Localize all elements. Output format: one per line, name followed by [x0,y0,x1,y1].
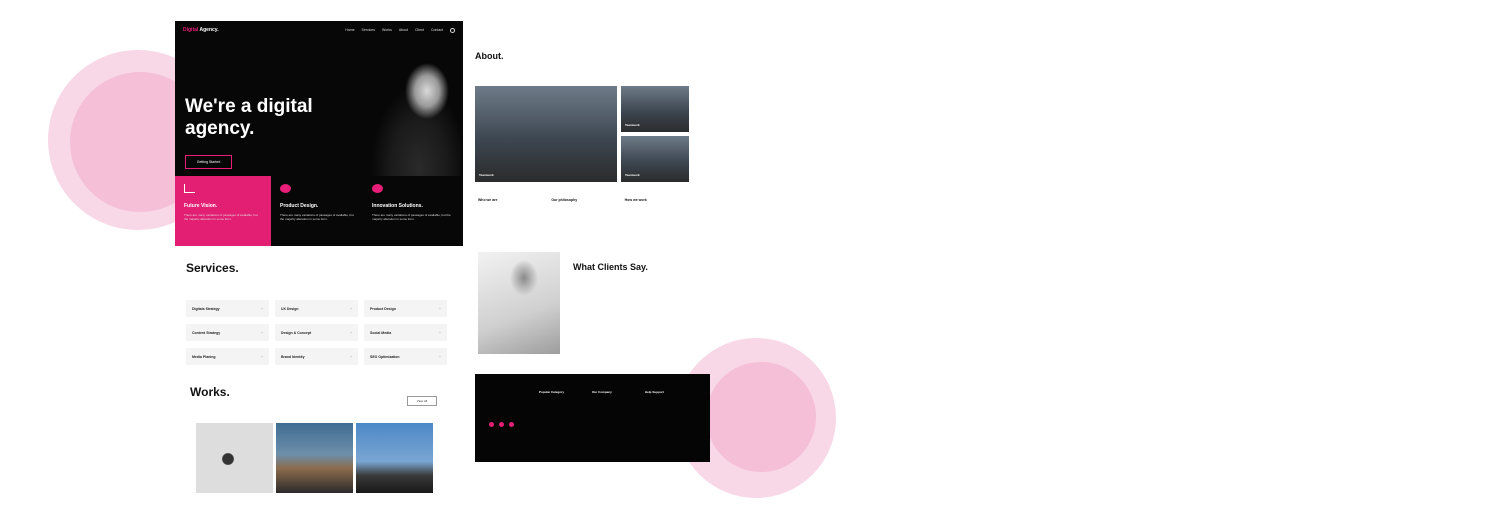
service-item[interactable]: Digitals Strategy + [186,300,269,317]
social-links [489,422,514,427]
feature-text: There are many variations of passages of… [280,213,354,221]
service-item[interactable]: UX Design + [275,300,358,317]
twitter-icon[interactable] [499,422,504,427]
nav-link-home[interactable]: Home [345,28,354,32]
services-title: Services. [186,261,239,275]
clients-title: What Clients Say. [573,262,648,272]
nav-link-client[interactable]: Client [415,28,424,32]
about-column: Our philosophy [551,198,578,202]
plus-icon: + [349,306,352,311]
feature-text: There are many variations of passages of… [184,213,258,221]
feature-card-innovation: Innovation Solutions. There are many var… [363,176,463,246]
service-item[interactable]: Brand Identity + [275,348,358,365]
footer: Popular Category Our Company Help Suppor… [475,374,710,462]
plus-icon: + [438,306,441,311]
feature-text: There are many variations of passages of… [372,213,451,221]
brand-logo[interactable]: Digital Agency. [183,27,219,33]
clients-section: What Clients Say. [478,252,708,356]
nav-link-contact[interactable]: Contact [431,28,443,32]
view-all-button[interactable]: View All [407,396,437,406]
footer-column: Popular Category [539,390,565,394]
feature-card-product-design: Product Design. There are many variation… [271,176,367,246]
chart-icon [184,184,195,193]
about-photo: Teamwork [475,86,617,182]
getting-started-button[interactable]: Getting Started [185,155,232,169]
work-image[interactable] [196,423,273,493]
feature-card-future-vision: Future Vision. There are many variations… [175,176,271,246]
footer-column: Our Company [592,390,612,394]
services-section: Services. Digitals Strategy + UX Design + … [175,252,463,372]
client-photo [478,252,560,354]
plus-icon: + [260,354,263,359]
instagram-icon[interactable] [509,422,514,427]
nav-link-services[interactable]: Services [362,28,375,32]
about-columns: Who we are Our philosophy How we work [478,198,690,232]
service-item[interactable]: Social Media + [364,324,447,341]
about-column: How we work [624,198,647,202]
globe-icon [372,184,383,193]
facebook-icon[interactable] [489,422,494,427]
about-section: About. Teamwork Teamwork Teamwork [475,48,710,183]
nav-links: Home Services Works About Client Contact [345,27,455,33]
plus-icon: + [438,330,441,335]
feature-title: Product Design. [280,203,319,209]
service-item[interactable]: SEO Optimization + [364,348,447,365]
hero-title: We're a digital agency. [185,96,313,139]
work-image[interactable] [276,423,353,493]
plus-icon: + [260,306,263,311]
rocket-icon [280,184,291,193]
about-text [567,56,692,64]
feature-title: Innovation Solutions. [372,203,423,209]
footer-column: Help Support [645,390,664,394]
about-photo: Teamwork [621,86,689,132]
plus-icon: + [260,330,263,335]
service-item[interactable]: Product Design + [364,300,447,317]
service-item[interactable]: Design & Concept + [275,324,358,341]
plus-icon: + [438,354,441,359]
plus-icon: + [349,354,352,359]
about-photo: Teamwork [621,136,689,182]
work-image[interactable] [356,423,433,493]
service-item[interactable]: Content Strategy + [186,324,269,341]
plus-icon: + [349,330,352,335]
nav-link-about[interactable]: About [399,28,408,32]
service-item[interactable]: Media Planing + [186,348,269,365]
search-icon[interactable] [450,27,455,33]
services-grid: Digitals Strategy + UX Design + Product De… [186,300,447,365]
about-column: Who we are [478,198,498,202]
nav-link-works[interactable]: Works [382,28,392,32]
works-section: Works. View All [190,382,445,502]
feature-title: Future Vision. [184,203,218,209]
page: Digital Agency. Home Services Works Abou… [0,0,1505,511]
navbar: Digital Agency. Home Services Works Abou… [175,21,463,39]
